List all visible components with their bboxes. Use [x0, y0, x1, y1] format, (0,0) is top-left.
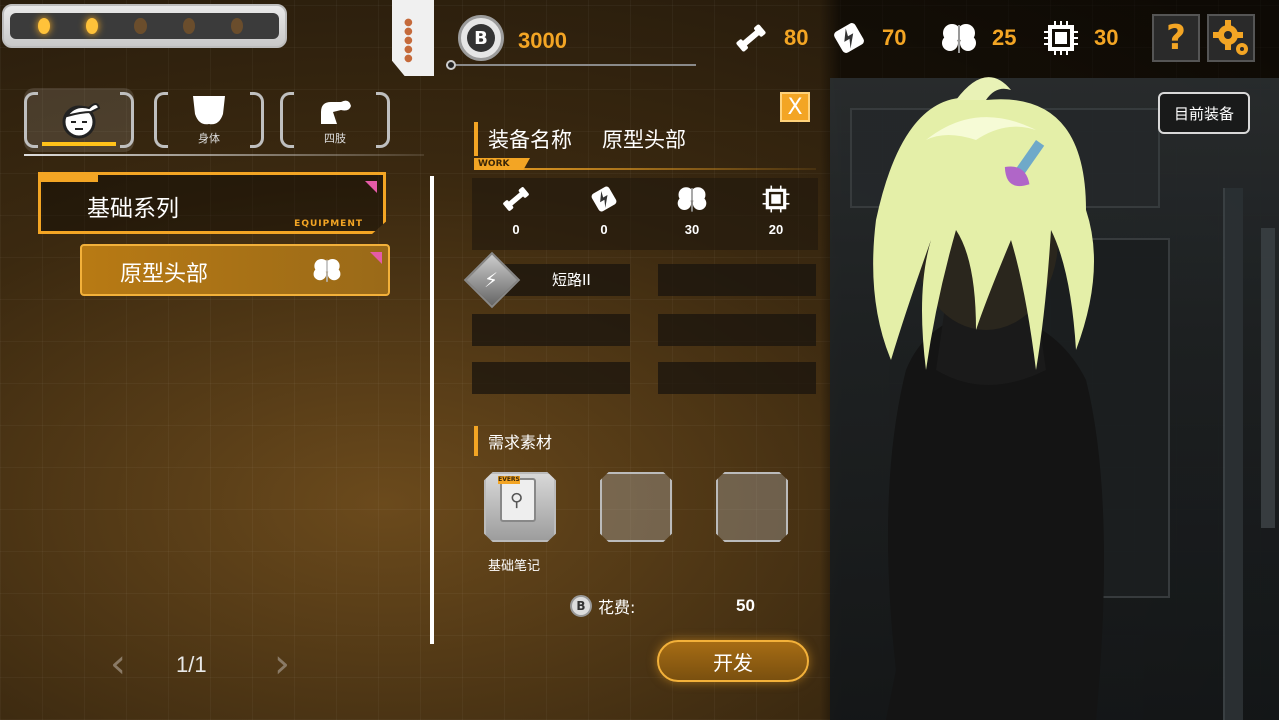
- current-equipment-button[interactable]: 目前装备: [1158, 92, 1250, 134]
- side-tab[interactable]: ● ● ● ● ●: [392, 0, 434, 76]
- arm-icon: [321, 100, 351, 124]
- series-accent: [38, 172, 98, 182]
- stat-strength: 80: [730, 14, 808, 62]
- pager: ‹ 1/1 ›: [110, 644, 290, 686]
- currency-display: B 3000: [446, 10, 706, 72]
- top-bar: ● ● ● ● ● B 3000 80 70 25 30 ?: [0, 0, 1279, 78]
- tab-limbs-label: 四肢: [324, 132, 346, 145]
- equipment-title: 装备名称 原型头部: [474, 122, 686, 156]
- close-button[interactable]: X: [780, 92, 810, 122]
- title-underline: [474, 168, 816, 170]
- equipment-stat: 20: [746, 184, 806, 237]
- equipment-title-value: 原型头部: [602, 128, 686, 152]
- materials-title: 需求素材: [474, 426, 552, 456]
- equipment-stat: 0: [574, 184, 634, 237]
- list-item-label: 原型头部: [120, 262, 209, 287]
- note-icon: EVERS ⚲: [498, 476, 536, 522]
- list-item[interactable]: 原型头部: [80, 244, 390, 296]
- equipment-stat: 30: [662, 184, 722, 237]
- character-portrait: [873, 77, 1104, 720]
- new-marker: [370, 252, 382, 264]
- dumbbell-icon: [730, 17, 772, 59]
- dumbbell-icon: [503, 187, 529, 211]
- material-slot-empty: [716, 472, 788, 542]
- stat-value: 70: [882, 25, 907, 50]
- tab-body[interactable]: 身体: [154, 88, 264, 152]
- chip-icon: [762, 185, 790, 213]
- wall-pipe-2: [1261, 228, 1275, 528]
- indicator-light: [182, 18, 195, 34]
- stat-agility: 70: [828, 14, 906, 62]
- tabs-divider: [24, 154, 424, 156]
- brain-icon: [312, 256, 342, 291]
- close-icon: X: [787, 94, 803, 120]
- stat-value: 30: [1094, 25, 1119, 50]
- series-label: 基础系列: [87, 196, 179, 222]
- cost-label: 花费:: [598, 598, 636, 617]
- tab-head[interactable]: [24, 88, 134, 152]
- stat-tech: 30: [1040, 14, 1118, 62]
- b-coin-icon: B: [458, 15, 504, 61]
- chip-icon: [1040, 17, 1082, 59]
- dots-icon: ● ● ● ● ●: [404, 17, 413, 64]
- torso-icon: [193, 96, 225, 125]
- skill-slot: [472, 362, 630, 394]
- cost-value: 50: [736, 596, 755, 615]
- equipment-stats: 0 0 30 20: [472, 178, 818, 250]
- next-page-button[interactable]: ›: [274, 644, 290, 684]
- stat-value: 25: [992, 25, 1017, 50]
- prev-page-button[interactable]: ‹: [110, 644, 126, 684]
- lightning-icon: [591, 186, 617, 212]
- skill-slot: [658, 264, 816, 296]
- page-number: 1/1: [176, 652, 207, 677]
- skill-slot: [658, 362, 816, 394]
- category-tabs: 身体 四肢: [24, 88, 424, 158]
- new-marker: [365, 181, 377, 193]
- head-icon: [62, 103, 101, 139]
- indicator-light: [86, 18, 99, 34]
- brain-icon: [938, 17, 980, 59]
- equipment-stat: 0: [486, 184, 546, 237]
- equipment-stat-value: 0: [512, 222, 520, 237]
- stat-value: 80: [784, 25, 809, 50]
- panel-divider: [430, 176, 434, 644]
- equipment-stat-value: 20: [768, 222, 784, 237]
- gear-icon: [1213, 20, 1248, 55]
- help-icon: ?: [1166, 18, 1186, 58]
- equipment-stat-value: 0: [600, 222, 608, 237]
- skill-slot: [658, 314, 816, 346]
- progress-lights: [2, 4, 287, 48]
- stat-intellect: 25: [938, 14, 1016, 62]
- settings-button[interactable]: [1207, 14, 1255, 62]
- indicator-light: [230, 18, 244, 34]
- equipment-title-label: 装备名称: [488, 128, 572, 152]
- b-coin-icon: B: [570, 595, 592, 617]
- cost: B 花费:: [570, 594, 635, 618]
- skill-slot: [472, 314, 630, 346]
- lightning-icon: [828, 17, 870, 59]
- help-button[interactable]: ?: [1152, 14, 1200, 62]
- brain-icon: [677, 187, 707, 212]
- indicator-light: [134, 18, 147, 34]
- skill-name: 短路II: [552, 271, 591, 289]
- tab-body-label: 身体: [198, 132, 220, 145]
- develop-button[interactable]: 开发: [657, 640, 809, 682]
- equipment-stat-value: 30: [684, 222, 700, 237]
- lightning-icon: ⚡: [484, 268, 499, 292]
- series-sub: EQUIPMENT: [294, 219, 363, 229]
- indicator-light: [38, 18, 51, 34]
- currency-value: 3000: [518, 28, 567, 53]
- material-name: 基础笔记: [488, 559, 541, 574]
- material-slot-empty: [600, 472, 672, 542]
- tab-limbs[interactable]: 四肢: [280, 88, 390, 152]
- wall-pipe: [1223, 188, 1243, 720]
